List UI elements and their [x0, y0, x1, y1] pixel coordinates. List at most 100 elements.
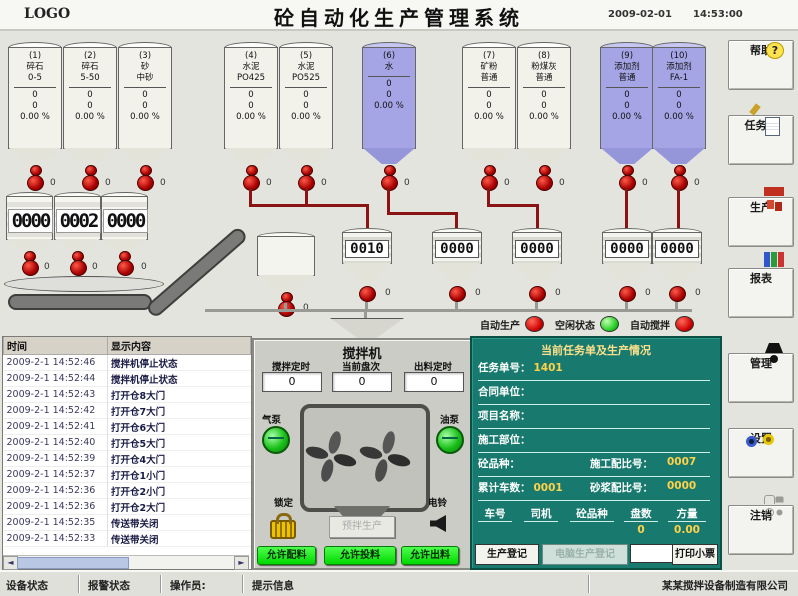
device-status-label: 设备状态	[6, 578, 48, 593]
hopper-valve[interactable]	[70, 260, 87, 276]
scroll-left-arrow[interactable]: ◄	[3, 556, 18, 570]
divider	[242, 575, 243, 593]
silo-material: 碎石	[64, 62, 116, 73]
manage-button[interactable]: 管理	[728, 353, 794, 403]
divider	[69, 87, 111, 88]
mixer-panel: 搅拌机 搅拌定时 当前盘次 出料定时 0 0 0 气泵 油泵 锁定 电铃 预拌生…	[252, 338, 472, 570]
silo-5: (5) 水泥 PO525 0 0 0.00 % 0	[279, 42, 333, 242]
valve-weight: 0	[695, 288, 701, 298]
log-time: 2009-2-1 14:52:33	[4, 531, 108, 547]
silo-set-value: 0	[601, 90, 653, 101]
help-button[interactable]: 帮助	[728, 40, 794, 90]
production-button[interactable]: 生产	[728, 197, 794, 247]
hopper-valve[interactable]	[529, 286, 546, 302]
allow-feeding-button[interactable]: 允许投料	[324, 546, 396, 565]
log-message: 传送带关闭	[108, 515, 251, 531]
concrete-type-label: 砼品种：	[478, 458, 520, 470]
air-pump[interactable]	[262, 426, 290, 454]
batch-count-label: 当前盘次	[330, 359, 392, 373]
log-time: 2009-2-1 14:52:44	[4, 371, 108, 387]
settings-button[interactable]: 设置	[728, 428, 794, 478]
hopper-valve[interactable]	[619, 286, 636, 302]
oil-pump[interactable]	[436, 426, 464, 454]
log-row: 2009-2-1 14:52:39打开仓4大门	[4, 451, 251, 467]
task-number-value: 1401	[534, 362, 563, 374]
production-register-button[interactable]: 生产登记	[475, 544, 539, 565]
log-row: 2009-2-1 14:52:41打开仓6大门	[4, 419, 251, 435]
aggregate-scale-1: 0000 0	[6, 192, 53, 278]
silo-number: (6)	[363, 51, 415, 62]
bell-speaker-icon[interactable]	[430, 515, 446, 532]
silo-percent: 0.00 %	[653, 112, 705, 123]
contract-unit-label: 合同单位：	[478, 386, 531, 398]
silo-spec: PO525	[280, 73, 332, 84]
bell-label: 电铃	[428, 495, 447, 509]
silo-valve[interactable]	[27, 175, 44, 191]
mixer-funnel	[330, 318, 404, 338]
task-order-button[interactable]: 任务单	[728, 115, 794, 165]
pipe-segment	[536, 204, 539, 230]
silo-valve[interactable]	[137, 175, 154, 191]
log-row: 2009-2-1 14:52:36打开仓2小门	[4, 483, 251, 499]
auto-production-light[interactable]	[525, 316, 544, 332]
silo-spec: 中砂	[119, 73, 171, 84]
silo-set-value: 0	[280, 90, 332, 101]
auto-mix-light[interactable]	[675, 316, 694, 332]
silo-number: (7)	[463, 51, 515, 62]
silo-actual-value: 0	[463, 101, 515, 112]
silo-spec: PO425	[225, 73, 277, 84]
silo-number: (8)	[518, 51, 570, 62]
alarm-status-label: 报警状态	[88, 578, 130, 593]
pipe-segment	[249, 204, 369, 207]
lock-icon[interactable]	[270, 520, 296, 539]
scrollbar-thumb[interactable]	[17, 557, 129, 569]
log-message: 打开仓1小门	[108, 467, 251, 483]
log-message: 打开仓5大门	[108, 435, 251, 451]
allow-batching-button[interactable]: 允许配料	[257, 546, 316, 565]
truck-count-label: 累计车数：	[478, 482, 531, 494]
status-light-row: 自动生产 空闲状态 自动搅拌	[480, 315, 720, 333]
hopper-valve[interactable]	[449, 286, 466, 302]
silo-actual-value: 0	[363, 90, 415, 101]
manage-button-label: 管理	[729, 355, 793, 371]
hopper-valve[interactable]	[669, 286, 686, 302]
date-display: 2009-02-01	[608, 9, 672, 20]
horizontal-scrollbar[interactable]: ◄ ►	[3, 555, 249, 569]
valve-weight: 0	[321, 178, 327, 188]
log-message: 打开仓4大门	[108, 451, 251, 467]
vehicle-col-driver: 司机	[524, 506, 558, 522]
event-log-table: 时间 显示内容 2009-2-1 14:52:46搅拌机停止状态 2009-2-…	[3, 337, 251, 547]
hint-message-label: 提示信息	[252, 578, 294, 593]
scroll-right-arrow[interactable]: ►	[234, 556, 249, 570]
premix-production-button[interactable]: 预拌生产	[329, 516, 395, 538]
silo-actual-value: 0	[653, 101, 705, 112]
print-ticket-button[interactable]: 打印小票	[672, 544, 718, 565]
allow-discharge-button[interactable]: 允许出料	[401, 546, 459, 565]
logout-button[interactable]: 注销	[728, 505, 794, 555]
hmi-screen: LOGO 砼自动化生产管理系统 2009-02-01 14:53:00 帮助 任…	[0, 0, 798, 596]
hopper-valve[interactable]	[22, 260, 39, 276]
silo-valve[interactable]	[82, 175, 99, 191]
silo-valve[interactable]	[536, 175, 553, 191]
idle-status-light[interactable]	[600, 316, 619, 332]
silo-cone	[463, 148, 515, 164]
air-pump-label: 气泵	[262, 412, 281, 426]
report-button[interactable]: 报表	[728, 268, 794, 318]
silo-spec: 普通	[518, 73, 570, 84]
silo-actual-value: 0	[64, 101, 116, 112]
pc-production-register-button[interactable]: 电脑生产登记	[542, 544, 628, 565]
hopper-valve[interactable]	[117, 260, 134, 276]
log-row: 2009-2-1 14:52:37打开仓1小门	[4, 467, 251, 483]
silo-8: (8) 粉煤灰 普通 0 0 0.00 % 0	[517, 42, 571, 242]
task-panel-title: 当前任务单及生产情况	[472, 342, 720, 358]
silo-4: (4) 水泥 PO425 0 0 0.00 % 0	[224, 42, 278, 242]
valve-weight: 0	[44, 262, 50, 272]
discharge-manifold	[205, 309, 692, 312]
project-name-row: 项目名称：	[478, 408, 710, 429]
silo-set-value: 0	[64, 90, 116, 101]
log-time: 2009-2-1 14:52:36	[4, 483, 108, 499]
silo-material: 水	[363, 62, 415, 73]
hopper-valve[interactable]	[359, 286, 376, 302]
register-input[interactable]	[630, 544, 674, 563]
log-time: 2009-2-1 14:52:39	[4, 451, 108, 467]
